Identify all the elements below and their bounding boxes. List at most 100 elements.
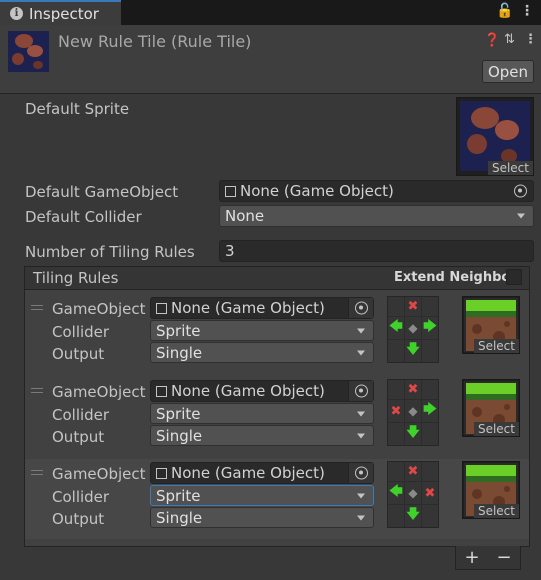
neighbor-cell[interactable] — [388, 423, 404, 445]
num-rules-input[interactable]: 3 — [219, 240, 534, 262]
remove-rule-button[interactable]: − — [496, 547, 511, 568]
neighbor-cell[interactable] — [388, 462, 404, 481]
rule-tile-thumbnail — [8, 31, 49, 72]
more-options-icon[interactable]: ⋮ — [520, 3, 534, 19]
neighbor-cell[interactable]: ✖ — [388, 400, 404, 422]
neighbor-cell[interactable]: ◆ — [405, 317, 421, 339]
drag-handle-icon[interactable] — [31, 470, 43, 475]
rule-sprite-slot[interactable]: Select — [462, 379, 520, 437]
info-icon: i — [10, 7, 23, 20]
rule-collider-value: Sprite — [156, 486, 201, 505]
rule-sprite-select-button[interactable]: Select — [473, 339, 519, 353]
neighbor-cell[interactable] — [422, 380, 438, 399]
rule-gameobject-value: None (Game Object) — [171, 464, 325, 482]
preset-icon[interactable]: ⇅ — [504, 32, 515, 47]
asset-title: New Rule Tile (Rule Tile) — [58, 32, 252, 51]
rule-collider-value: Sprite — [156, 321, 201, 340]
neighbor-cell[interactable] — [388, 380, 404, 399]
tab-inspector[interactable]: i Inspector — [0, 0, 121, 25]
drag-handle-icon[interactable] — [31, 305, 43, 310]
rule-collider-label: Collider — [52, 323, 110, 341]
neighbor-cell[interactable] — [422, 297, 438, 316]
object-picker-button[interactable] — [348, 463, 373, 483]
neighbor-cell[interactable]: ✖ — [422, 482, 438, 504]
chevron-down-icon — [357, 493, 365, 498]
default-sprite-label: Default Sprite — [25, 100, 130, 118]
rule-gameobject-field[interactable]: None (Game Object) — [150, 297, 374, 319]
default-collider-label: Default Collider — [25, 208, 142, 226]
default-collider-value: None — [225, 207, 265, 225]
default-gameobject-value: None (Game Object) — [240, 182, 394, 200]
neighbor-cell[interactable]: 🡆 — [422, 400, 438, 422]
drag-handle-icon[interactable] — [31, 388, 43, 393]
chevron-down-icon — [517, 213, 525, 219]
rule-output-label: Output — [52, 428, 105, 446]
rule-output-value: Single — [156, 426, 203, 445]
neighbor-cell[interactable] — [388, 340, 404, 362]
neighbor-cell[interactable]: ✖ — [405, 297, 421, 316]
neighbor-cell[interactable]: ◆ — [405, 400, 421, 422]
neighbor-cell[interactable] — [388, 297, 404, 316]
neighbor-cell[interactable]: 🡇 — [405, 423, 421, 445]
rule-collider-label: Collider — [52, 406, 110, 424]
neighbor-cell[interactable]: 🡄 — [388, 482, 404, 504]
neighbor-cell[interactable] — [422, 462, 438, 481]
rule-gameobject-label: GameObject — [52, 300, 146, 318]
gameobject-icon — [156, 385, 167, 397]
neighbor-grid: ✖ ✖ ◆ 🡆 🡇 — [387, 379, 439, 446]
rule-collider-value: Sprite — [156, 404, 201, 423]
neighbor-grid: ✖ 🡄 ◆ ✖ 🡇 — [387, 461, 439, 528]
object-picker-button[interactable] — [348, 381, 373, 401]
neighbor-cell[interactable]: 🡇 — [405, 340, 421, 362]
rule-output-dropdown[interactable]: Single — [150, 342, 374, 363]
neighbor-cell[interactable] — [422, 340, 438, 362]
open-button[interactable]: Open — [482, 60, 534, 83]
neighbor-cell[interactable] — [422, 423, 438, 445]
neighbor-cell[interactable]: 🡇 — [405, 505, 421, 527]
neighbor-cell[interactable]: 🡄 — [388, 317, 404, 339]
object-picker-icon — [355, 466, 368, 480]
object-picker-icon — [355, 301, 368, 315]
lock-icon[interactable]: 🔓 — [496, 3, 513, 19]
rule-gameobject-label: GameObject — [52, 465, 146, 483]
rule-collider-dropdown[interactable]: Sprite — [150, 485, 374, 506]
chevron-down-icon — [357, 350, 365, 355]
rule-gameobject-label: GameObject — [52, 383, 146, 401]
rule-sprite-slot[interactable]: Select — [462, 461, 520, 519]
rule-gameobject-field[interactable]: None (Game Object) — [150, 462, 374, 484]
rule-output-value: Single — [156, 343, 203, 362]
help-icon[interactable]: ❓ — [484, 33, 500, 48]
rule-sprite-select-button[interactable]: Select — [473, 422, 519, 436]
rule-output-dropdown[interactable]: Single — [150, 425, 374, 446]
add-rule-button[interactable]: + — [464, 547, 479, 568]
neighbor-cell[interactable]: ✖ — [405, 380, 421, 399]
rule-output-dropdown[interactable]: Single — [150, 507, 374, 528]
rule-collider-dropdown[interactable]: Sprite — [150, 320, 374, 341]
gameobject-icon — [156, 467, 167, 479]
default-gameobject-field[interactable]: None (Game Object) — [219, 180, 534, 202]
default-sprite-slot[interactable]: Select — [456, 97, 534, 176]
rule-sprite-select-button[interactable]: Select — [473, 504, 519, 518]
list-footer: + − — [455, 546, 521, 570]
rule-collider-dropdown[interactable]: Sprite — [150, 403, 374, 424]
object-picker-icon — [355, 384, 368, 398]
object-picker-button[interactable] — [348, 298, 373, 318]
neighbor-cell[interactable]: ✖ — [405, 462, 421, 481]
tiling-rules-title: Tiling Rules — [33, 269, 119, 287]
rule-gameobject-field[interactable]: None (Game Object) — [150, 380, 374, 402]
extend-neighbor-label: Extend Neighbor — [394, 270, 517, 285]
object-picker-icon[interactable] — [514, 184, 527, 198]
neighbor-cell[interactable] — [422, 505, 438, 527]
header-divider — [0, 93, 541, 94]
default-collider-dropdown[interactable]: None — [219, 205, 534, 227]
more-icon[interactable]: ⋮ — [524, 32, 537, 47]
rule-sprite-slot[interactable]: Select — [462, 296, 520, 354]
neighbor-cell[interactable] — [388, 505, 404, 527]
chevron-down-icon — [357, 328, 365, 333]
neighbor-cell[interactable]: ◆ — [405, 482, 421, 504]
default-sprite-select-button[interactable]: Select — [487, 161, 533, 175]
gameobject-icon — [156, 302, 167, 314]
neighbor-cell[interactable]: 🡆 — [422, 317, 438, 339]
extend-neighbor-checkbox[interactable] — [506, 269, 522, 285]
chevron-down-icon — [357, 433, 365, 438]
